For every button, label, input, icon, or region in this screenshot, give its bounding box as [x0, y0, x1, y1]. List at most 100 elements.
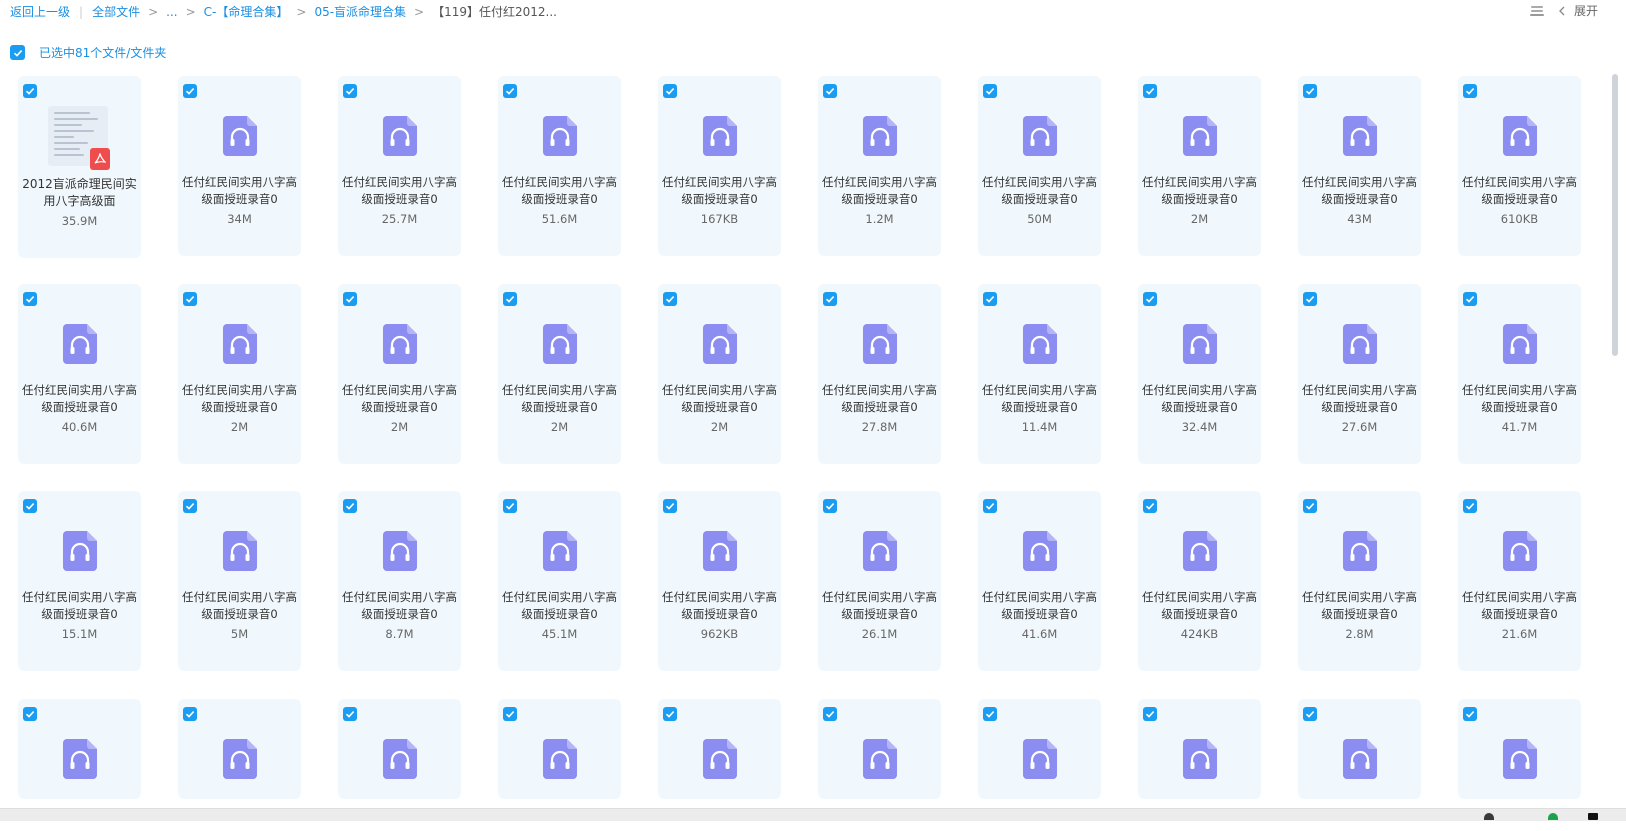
file-checkbox[interactable] — [23, 707, 37, 721]
file-tile-audio[interactable] — [178, 699, 301, 799]
file-tile-audio[interactable] — [1298, 699, 1421, 799]
file-tile-audio[interactable]: 任付红民间实用八字高级面授班录音0 32.4M — [1138, 284, 1261, 464]
file-tile-audio[interactable]: 任付红民间实用八字高级面授班录音0 2M — [498, 284, 621, 464]
file-checkbox[interactable] — [503, 84, 517, 98]
file-checkbox[interactable] — [1463, 707, 1477, 721]
file-checkbox[interactable] — [183, 707, 197, 721]
breadcrumb-all-files[interactable]: 全部文件 — [92, 3, 140, 20]
file-checkbox[interactable] — [23, 292, 37, 306]
back-link[interactable]: 返回上一级 — [10, 3, 70, 20]
file-checkbox[interactable] — [983, 499, 997, 513]
file-checkbox[interactable] — [1143, 84, 1157, 98]
file-tile-audio[interactable]: 任付红民间实用八字高级面授班录音0 2M — [338, 284, 461, 464]
file-checkbox[interactable] — [23, 499, 37, 513]
file-checkbox[interactable] — [983, 707, 997, 721]
file-checkbox[interactable] — [23, 84, 37, 98]
check-icon — [985, 711, 995, 718]
file-tile-audio[interactable]: 任付红民间实用八字高级面授班录音0 5M — [178, 491, 301, 671]
file-tile-audio[interactable]: 任付红民间实用八字高级面授班录音0 50M — [978, 76, 1101, 256]
file-tile-audio[interactable] — [338, 699, 461, 799]
file-checkbox[interactable] — [663, 292, 677, 306]
breadcrumb-folder-2[interactable]: 05-盲派命理合集 — [314, 3, 406, 20]
file-tile-audio[interactable] — [18, 699, 141, 799]
file-tile-audio[interactable]: 任付红民间实用八字高级面授班录音0 43M — [1298, 76, 1421, 256]
file-checkbox[interactable] — [663, 707, 677, 721]
file-checkbox[interactable] — [1463, 499, 1477, 513]
file-checkbox[interactable] — [343, 707, 357, 721]
file-tile-audio[interactable]: 任付红民间实用八字高级面授班录音0 27.6M — [1298, 284, 1421, 464]
file-checkbox[interactable] — [1303, 499, 1317, 513]
file-checkbox[interactable] — [503, 292, 517, 306]
breadcrumb-ellipsis[interactable]: ... — [166, 5, 177, 19]
file-checkbox[interactable] — [823, 84, 837, 98]
file-tile-audio[interactable]: 任付红民间实用八字高级面授班录音0 1.2M — [818, 76, 941, 256]
file-checkbox[interactable] — [983, 292, 997, 306]
file-tile-audio[interactable]: 任付红民间实用八字高级面授班录音0 27.8M — [818, 284, 941, 464]
select-all-checkbox[interactable] — [10, 45, 25, 60]
file-tile-audio[interactable]: 任付红民间实用八字高级面授班录音0 15.1M — [18, 491, 141, 671]
file-tile-audio[interactable]: 任付红民间实用八字高级面授班录音0 41.6M — [978, 491, 1101, 671]
file-tile-audio[interactable]: 任付红民间实用八字高级面授班录音0 2M — [178, 284, 301, 464]
file-tile-audio[interactable]: 任付红民间实用八字高级面授班录音0 41.7M — [1458, 284, 1581, 464]
file-tile-audio[interactable]: 任付红民间实用八字高级面授班录音0 34M — [178, 76, 301, 256]
expand-button[interactable]: 展开 — [1558, 2, 1598, 19]
file-tile-audio[interactable] — [818, 699, 941, 799]
file-tile-audio[interactable] — [658, 699, 781, 799]
file-checkbox[interactable] — [1143, 292, 1157, 306]
file-tile-audio[interactable] — [1458, 699, 1581, 799]
file-tile-audio[interactable]: 任付红民间实用八字高级面授班录音0 610KB — [1458, 76, 1581, 256]
check-icon — [1145, 711, 1155, 718]
file-tile-audio[interactable] — [498, 699, 621, 799]
file-checkbox[interactable] — [343, 84, 357, 98]
file-tile-audio[interactable]: 任付红民间实用八字高级面授班录音0 424KB — [1138, 491, 1261, 671]
file-checkbox[interactable] — [183, 84, 197, 98]
file-checkbox[interactable] — [663, 499, 677, 513]
file-checkbox[interactable] — [1463, 292, 1477, 306]
file-name: 任付红民间实用八字高级面授班录音0 — [1302, 175, 1417, 206]
file-name: 任付红民间实用八字高级面授班录音0 — [822, 383, 937, 414]
file-checkbox[interactable] — [1463, 84, 1477, 98]
file-checkbox[interactable] — [1143, 707, 1157, 721]
file-checkbox[interactable] — [1303, 707, 1317, 721]
file-checkbox[interactable] — [1303, 84, 1317, 98]
file-checkbox[interactable] — [823, 707, 837, 721]
file-checkbox[interactable] — [503, 499, 517, 513]
file-checkbox[interactable] — [1303, 292, 1317, 306]
scrollbar-thumb[interactable] — [1612, 74, 1618, 356]
file-tile-audio[interactable]: 任付红民间实用八字高级面授班录音0 167KB — [658, 76, 781, 256]
file-checkbox[interactable] — [663, 84, 677, 98]
file-checkbox[interactable] — [983, 84, 997, 98]
file-checkbox[interactable] — [823, 292, 837, 306]
file-tile-audio[interactable]: 任付红民间实用八字高级面授班录音0 25.7M — [338, 76, 461, 256]
file-tile-audio[interactable]: 任付红民间实用八字高级面授班录音0 2.8M — [1298, 491, 1421, 671]
file-tile-pdf[interactable]: 2012盲派命理民间实用八字高级面 35.9M — [18, 76, 141, 258]
file-checkbox[interactable] — [1143, 499, 1157, 513]
check-icon — [985, 503, 995, 510]
check-icon — [505, 711, 515, 718]
file-tile-audio[interactable]: 任付红民间实用八字高级面授班录音0 45.1M — [498, 491, 621, 671]
file-tile-audio[interactable]: 任付红民间实用八字高级面授班录音0 11.4M — [978, 284, 1101, 464]
file-checkbox[interactable] — [183, 499, 197, 513]
file-tile-audio[interactable] — [978, 699, 1101, 799]
file-checkbox[interactable] — [343, 292, 357, 306]
file-checkbox[interactable] — [183, 292, 197, 306]
check-icon — [185, 711, 195, 718]
file-tile-audio[interactable]: 任付红民间实用八字高级面授班录音0 40.6M — [18, 284, 141, 464]
file-tile-audio[interactable]: 任付红民间实用八字高级面授班录音0 962KB — [658, 491, 781, 671]
file-tile-audio[interactable]: 任付红民间实用八字高级面授班录音0 26.1M — [818, 491, 941, 671]
audio-file-icon — [1343, 531, 1377, 571]
file-checkbox[interactable] — [343, 499, 357, 513]
file-tile-audio[interactable]: 任付红民间实用八字高级面授班录音0 2M — [658, 284, 781, 464]
file-tile-audio[interactable]: 任付红民间实用八字高级面授班录音0 2M — [1138, 76, 1261, 256]
file-tile-audio[interactable]: 任付红民间实用八字高级面授班录音0 51.6M — [498, 76, 621, 256]
breadcrumb-folder-1[interactable]: C-【命理合集】 — [204, 3, 289, 20]
audio-file-icon — [383, 531, 417, 571]
check-icon — [1145, 503, 1155, 510]
list-view-icon[interactable] — [1529, 5, 1544, 17]
file-tile-audio[interactable]: 任付红民间实用八字高级面授班录音0 21.6M — [1458, 491, 1581, 671]
file-checkbox[interactable] — [503, 707, 517, 721]
file-tile-audio[interactable]: 任付红民间实用八字高级面授班录音0 8.7M — [338, 491, 461, 671]
file-tile-audio[interactable] — [1138, 699, 1261, 799]
file-checkbox[interactable] — [823, 499, 837, 513]
audio-file-icon — [1343, 739, 1377, 779]
